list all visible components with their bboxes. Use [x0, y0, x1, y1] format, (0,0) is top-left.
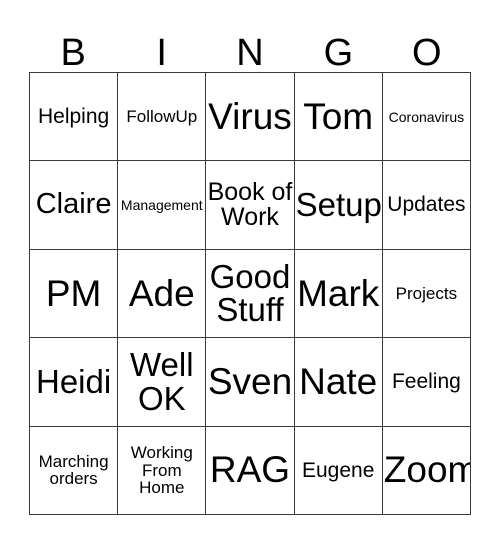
bingo-cell-label: FollowUp: [126, 107, 198, 127]
bingo-cell-label: Sven: [207, 361, 293, 403]
bingo-cell-label: Updates: [387, 193, 466, 217]
bingo-cell[interactable]: Feeling: [382, 338, 471, 427]
bingo-cell-label: PM: [45, 272, 102, 314]
bingo-cell[interactable]: Claire: [30, 161, 119, 250]
bingo-cell[interactable]: Heidi: [30, 338, 119, 427]
bingo-cell[interactable]: Setup: [294, 161, 383, 250]
bingo-cell[interactable]: FollowUp: [118, 73, 207, 162]
bingo-card: B I N G O Helping FollowUp Virus Tom Coronavirus…: [0, 0, 500, 544]
bingo-cell-label: Working From Home: [130, 443, 193, 497]
bingo-header-letter: N: [236, 32, 264, 74]
bingo-cell-label: Virus: [208, 95, 292, 137]
bingo-cell[interactable]: Marching orders: [30, 426, 119, 515]
bingo-grid: Helping FollowUp Virus Tom Coronavirus Claire…: [29, 72, 471, 515]
bingo-cell-label: Good Stuff: [209, 257, 291, 329]
bingo-cell[interactable]: Projects: [382, 249, 471, 339]
bingo-header: BINGO: [29, 20, 471, 72]
bingo-cell[interactable]: Nate: [294, 338, 383, 427]
bingo-cell[interactable]: Ade: [118, 249, 207, 339]
bingo-cell-label: Feeling: [391, 370, 461, 394]
bingo-cell-label: Coronavirus: [388, 108, 465, 125]
bingo-cell[interactable]: Mark: [294, 249, 383, 339]
bingo-cell-label: Well OK: [130, 346, 194, 417]
bingo-cell[interactable]: Sven: [206, 338, 295, 427]
bingo-cell-label: Heidi: [35, 363, 112, 401]
bingo-header-letter: G: [323, 32, 354, 74]
bingo-cell-label: Management: [120, 196, 203, 213]
bingo-header-letter: I: [156, 32, 167, 74]
bingo-cell[interactable]: Working From Home: [118, 426, 207, 515]
bingo-cell-label: Projects: [395, 283, 458, 303]
bingo-cell[interactable]: Well OK: [118, 338, 207, 427]
bingo-cell[interactable]: Good Stuff: [206, 249, 295, 339]
bingo-cell[interactable]: Updates: [382, 161, 471, 250]
bingo-cell-label: Claire: [35, 188, 112, 221]
bingo-cell[interactable]: Eugene: [294, 426, 383, 515]
bingo-cell-label: Helping: [37, 104, 110, 128]
bingo-cell[interactable]: RAG: [206, 426, 295, 515]
bingo-cell-label: Nate: [299, 361, 378, 403]
bingo-cell[interactable]: PM: [30, 249, 119, 339]
bingo-cell[interactable]: Management: [118, 161, 207, 250]
bingo-header-letter: O: [412, 32, 442, 74]
bingo-cell[interactable]: Virus: [206, 73, 295, 162]
bingo-cell-label: Ade: [128, 272, 195, 314]
bingo-cell-label: RAG: [209, 449, 291, 491]
bingo-cell-label: Eugene: [301, 458, 375, 482]
bingo-cell[interactable]: Helping: [30, 73, 119, 162]
bingo-cell[interactable]: Coronavirus: [382, 73, 471, 162]
bingo-cell-label: Mark: [297, 272, 380, 314]
bingo-cell-label: Book of Work: [207, 177, 293, 232]
bingo-cell-label: Setup: [295, 186, 382, 224]
bingo-cell-label: Zoom: [383, 449, 471, 491]
bingo-cell-label: Tom: [303, 95, 374, 137]
bingo-cell[interactable]: Book of Work: [206, 161, 295, 250]
bingo-cell-label: Marching orders: [38, 451, 109, 489]
bingo-cell[interactable]: Tom: [294, 73, 383, 162]
bingo-cell[interactable]: Zoom: [382, 426, 471, 515]
bingo-header-letter: B: [60, 32, 86, 74]
